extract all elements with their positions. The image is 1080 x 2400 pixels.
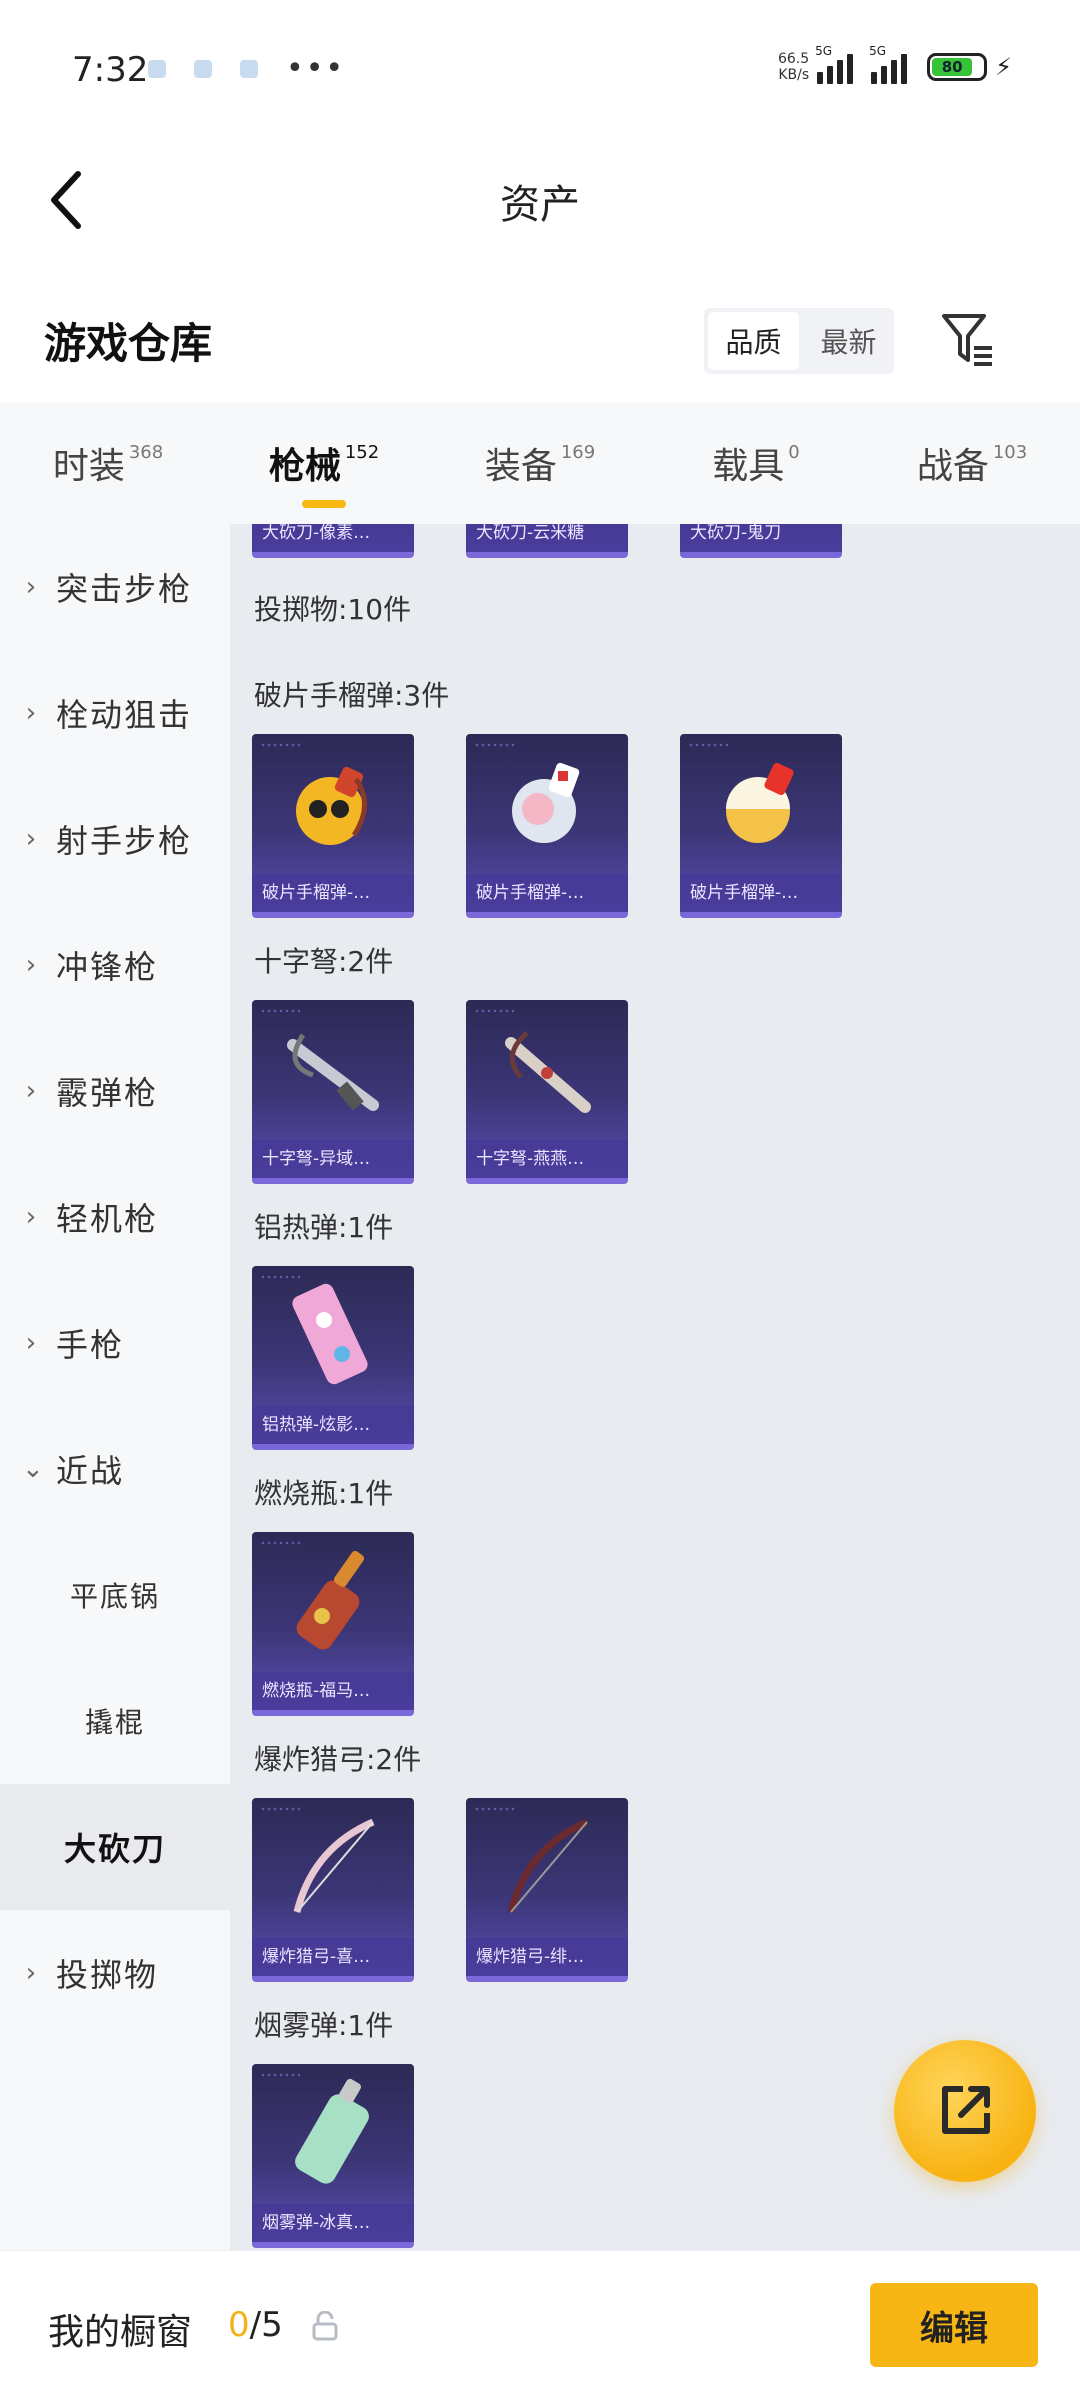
page-title: 资产 xyxy=(500,182,580,228)
notification-icons: ••• xyxy=(148,51,346,86)
chevron-right-icon: › xyxy=(25,698,39,728)
chevron-right-icon: › xyxy=(25,572,39,602)
item-card[interactable]: 燃烧瓶-福马… xyxy=(252,1532,414,1716)
item-card[interactable]: 大砍刀-鬼刀 xyxy=(680,524,842,558)
status-time: 7:32 xyxy=(72,50,149,90)
sidebar-item-bolt-sniper[interactable]: › 栓动狙击 xyxy=(0,650,230,776)
charging-icon: ⚡ xyxy=(995,53,1012,81)
group-title: 十字弩:2件 xyxy=(254,945,394,978)
battery-icon: 80 xyxy=(927,53,988,81)
group-title: 破片手榴弹:3件 xyxy=(254,679,450,712)
notification-icon xyxy=(240,60,258,78)
chevron-down-icon: ⌄ xyxy=(22,1454,46,1484)
notification-icon xyxy=(148,60,166,78)
sidebar-item-marksman-rifle[interactable]: › 射手步枪 xyxy=(0,776,230,902)
filter-icon xyxy=(942,314,992,366)
item-card[interactable]: 爆炸猎弓-绯… xyxy=(466,1798,628,1982)
group-title: 烟雾弹:1件 xyxy=(254,2009,394,2042)
network-speed: 66.5 KB/s xyxy=(777,51,810,83)
grenade-icon xyxy=(466,734,628,874)
chevron-right-icon: › xyxy=(25,1328,39,1358)
chevron-right-icon: › xyxy=(25,1958,39,1988)
item-card[interactable]: 破片手榴弹-… xyxy=(466,734,628,918)
sidebar-subitem-machete[interactable]: 大砍刀 xyxy=(0,1784,230,1910)
sidebar-subitem-frying-pan[interactable]: 平底锅 xyxy=(0,1532,230,1658)
sidebar-item-pistol[interactable]: › 手枪 xyxy=(0,1280,230,1406)
sidebar-item-melee[interactable]: ⌄ 近战 xyxy=(0,1406,230,1532)
chevron-right-icon: › xyxy=(25,824,39,854)
grenade-icon xyxy=(252,734,414,874)
battery-level: 80 xyxy=(932,58,973,76)
notification-icon xyxy=(194,60,212,78)
showcase-count: 0/5 xyxy=(228,2305,283,2345)
showcase-label: 我的橱窗 xyxy=(48,2312,193,2353)
signal-icon: 5G xyxy=(815,44,854,84)
more-notifications-icon: ••• xyxy=(286,51,346,86)
item-card[interactable]: 爆炸猎弓-喜… xyxy=(252,1798,414,1982)
category-tabs: 时装 368 枪械 152 装备 169 载具 0 战备 103 xyxy=(0,402,1080,524)
bottom-bar: 我的橱窗 0/5 编辑 xyxy=(0,2250,1080,2400)
item-card[interactable]: 十字弩-异域… xyxy=(252,1000,414,1184)
warehouse-row: 游戏仓库 品质 最新 xyxy=(0,280,1080,400)
grenade-icon xyxy=(680,734,842,874)
tab-fashion[interactable]: 时装 368 xyxy=(0,402,216,524)
chevron-right-icon: › xyxy=(25,1202,39,1232)
tab-combat-gear[interactable]: 战备 103 xyxy=(864,402,1080,524)
item-card[interactable]: 大砍刀-云米糖 xyxy=(466,524,628,558)
item-grid: 大砍刀-像素… 大砍刀-云米糖 大砍刀-鬼刀 投掷物:10件 破片手榴弹:3件 … xyxy=(230,524,1080,2250)
sidebar-item-lmg[interactable]: › 轻机枪 xyxy=(0,1154,230,1280)
bow-icon xyxy=(466,1798,628,1938)
warehouse-title: 游戏仓库 xyxy=(44,319,213,368)
sidebar-item-smg[interactable]: › 冲锋枪 xyxy=(0,902,230,1028)
item-card[interactable]: 十字弩-燕燕… xyxy=(466,1000,628,1184)
crossbow-icon xyxy=(466,1000,628,1140)
sort-quality-option[interactable]: 品质 xyxy=(708,312,799,370)
sidebar-item-throwables[interactable]: › 投掷物 xyxy=(0,1910,230,2036)
tab-equipment[interactable]: 装备 169 xyxy=(432,402,648,524)
status-indicators: 66.5 KB/s 5G 5G 80 ⚡ xyxy=(777,44,1012,84)
group-title: 爆炸猎弓:2件 xyxy=(254,1743,422,1776)
item-card[interactable]: 大砍刀-像素… xyxy=(252,524,414,558)
item-card[interactable]: 铝热弹-炫影… xyxy=(252,1266,414,1450)
sort-newest-option[interactable]: 最新 xyxy=(803,308,894,374)
tab-firearms[interactable]: 枪械 152 xyxy=(216,402,432,524)
header: 资产 xyxy=(0,120,1080,280)
thermite-icon xyxy=(252,1266,414,1406)
status-bar: 7:32 ••• 66.5 KB/s 5G 5G 80 ⚡ xyxy=(0,0,1080,120)
molotov-icon xyxy=(252,1532,414,1672)
chevron-right-icon: › xyxy=(25,1076,39,1106)
lock-icon xyxy=(312,2310,338,2341)
item-card[interactable]: 破片手榴弹-… xyxy=(252,734,414,918)
crossbow-icon xyxy=(252,1000,414,1140)
share-fab[interactable] xyxy=(894,2040,1036,2182)
tab-vehicles[interactable]: 载具 0 xyxy=(648,402,864,524)
item-card[interactable]: 烟雾弹-冰真… xyxy=(252,2064,414,2248)
sidebar-subitem-crowbar[interactable]: 撬棍 xyxy=(0,1658,230,1784)
section-header: 投掷物:10件 xyxy=(254,593,412,626)
sort-toggle: 品质 最新 xyxy=(704,308,894,374)
smoke-grenade-icon xyxy=(252,2064,414,2204)
sidebar-item-shotgun[interactable]: › 霰弹枪 xyxy=(0,1028,230,1154)
signal-icon: 5G xyxy=(869,44,908,84)
share-icon xyxy=(942,2086,990,2134)
group-title: 铝热弹:1件 xyxy=(254,1211,394,1244)
item-card[interactable]: 破片手榴弹-… xyxy=(680,734,842,918)
edit-button[interactable]: 编辑 xyxy=(870,2283,1038,2367)
weapon-sidebar: › 突击步枪 › 栓动狙击 › 射手步枪 › 冲锋枪 › 霰弹枪 › 轻机枪 › 手枪 ⌄ 近战… xyxy=(0,524,230,2250)
filter-button[interactable] xyxy=(940,310,996,370)
group-title: 燃烧瓶:1件 xyxy=(254,1477,394,1510)
active-tab-indicator xyxy=(302,500,346,508)
bow-icon xyxy=(252,1798,414,1938)
chevron-right-icon: › xyxy=(25,950,39,980)
sidebar-item-assault-rifle[interactable]: › 突击步枪 xyxy=(0,524,230,650)
